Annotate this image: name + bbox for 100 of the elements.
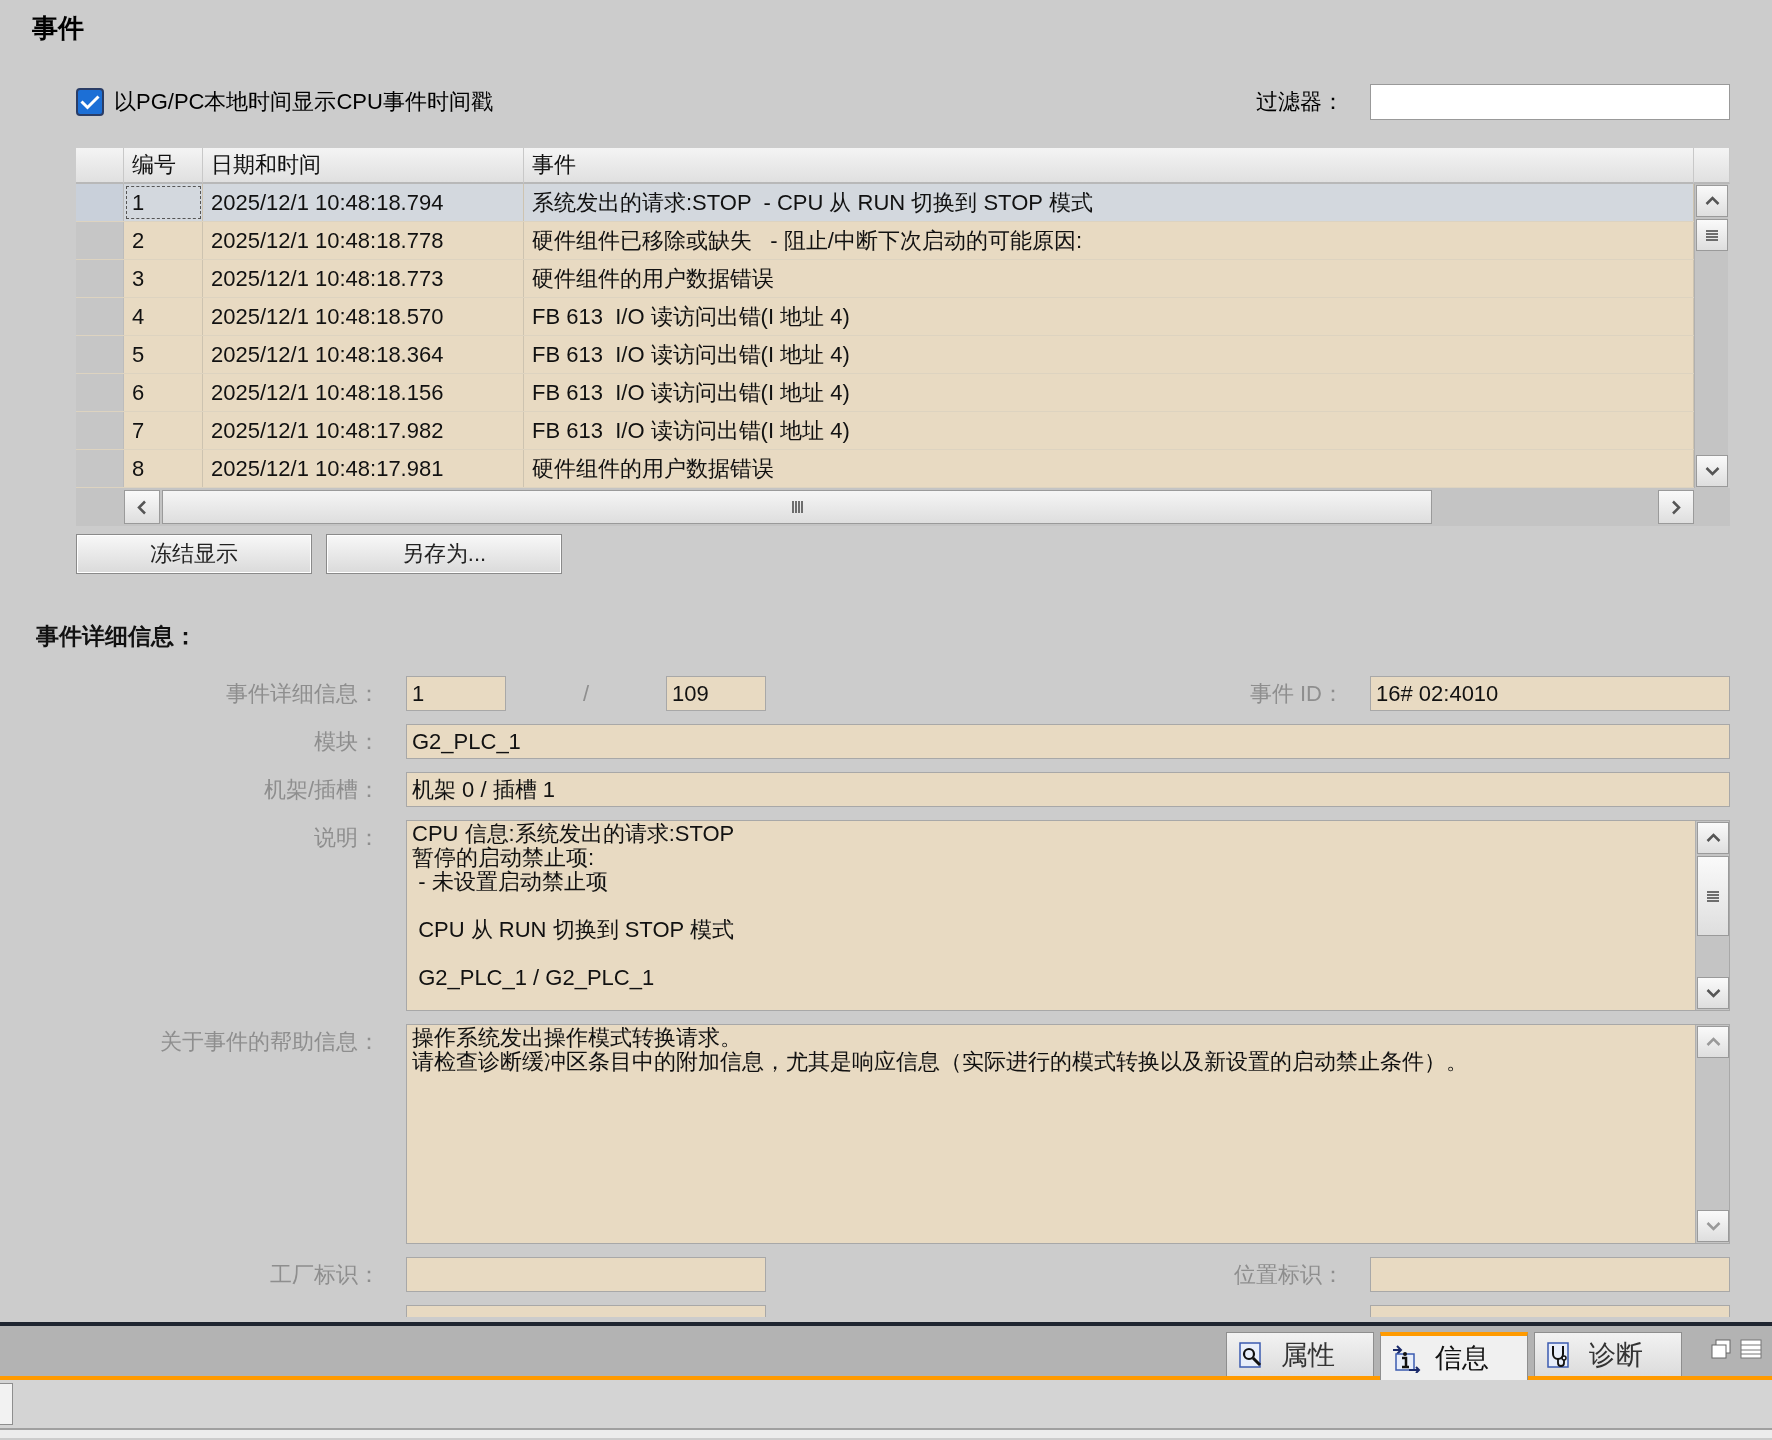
- field-label: 位置标识：: [1233, 1261, 1344, 1289]
- table-cell: 2025/12/1 10:48:18.778: [203, 222, 524, 259]
- table-cell: 7: [124, 412, 203, 449]
- scroll-thumb[interactable]: [162, 490, 1432, 524]
- input-field[interactable]: [406, 1257, 766, 1292]
- checkbox-label: 以PG/PC本地时间显示CPU事件时间戳: [114, 88, 493, 116]
- action-button[interactable]: 冻结显示: [76, 534, 312, 574]
- table-row[interactable]: 5 2025/12/1 10:48:18.364 FB 613 I/O 读访问出错(I 地址 4): [76, 336, 1694, 374]
- row-header: [76, 260, 124, 297]
- panel-tab[interactable]: 诊断: [1534, 1332, 1682, 1376]
- table-row[interactable]: 2 2025/12/1 10:48:18.778 硬件组件已移除或缺失 - 阻止/中断下次启动的可能原因:: [76, 222, 1694, 260]
- vertical-scrollbar[interactable]: [1694, 184, 1728, 488]
- description-line: CPU 从 RUN 切换到 STOP 模式: [417, 918, 735, 942]
- list-icon[interactable]: [1740, 1338, 1762, 1360]
- chevron-right-icon: [1671, 499, 1681, 515]
- table-cell: 2025/12/1 10:48:18.570: [203, 298, 524, 335]
- scroll-up-button[interactable]: [1696, 185, 1728, 217]
- description-line: - 未设置启动禁止项: [417, 870, 609, 894]
- field-label: 关于事件的帮助信息：: [159, 1028, 380, 1056]
- table-cell: 2025/12/1 10:48:18.794: [203, 184, 524, 221]
- table-cell: 2: [124, 222, 203, 259]
- action-button[interactable]: 另存为...: [326, 534, 562, 574]
- description-line: CPU 信息:系统发出的请求:STOP: [412, 822, 736, 846]
- text-area[interactable]: CPU 信息:系统发出的请求:STOP 暂停的启动禁止项: - 未设置启动禁止项 CPU 从 RUN 切换到 STOP 模式 G2_PLC_1 / G2_PLC_1: [406, 820, 1730, 1011]
- checkbox[interactable]: [76, 88, 104, 116]
- column-header[interactable]: 日期和时间: [203, 148, 524, 184]
- chevron-down-icon: [1705, 988, 1721, 998]
- scroll-down-button[interactable]: [1696, 455, 1728, 487]
- table-row[interactable]: 6 2025/12/1 10:48:18.156 FB 613 I/O 读访问出错(I 地址 4): [76, 374, 1694, 412]
- field-label: 说明：: [313, 824, 380, 852]
- scroll-thumb[interactable]: [1697, 856, 1729, 936]
- restore-window-icon[interactable]: [1710, 1338, 1732, 1360]
- scroll-left-button[interactable]: [124, 490, 160, 524]
- text-area[interactable]: 操作系统发出操作模式转换请求。 请检查诊断缓冲区条目中的附加信息，尤其是响应信息（实际进行的模式转换以及新设置的启动禁止条件）。: [406, 1024, 1730, 1244]
- input-field[interactable]: [1370, 1305, 1730, 1317]
- field-label: 模块：: [313, 728, 380, 756]
- help-line: 请检查诊断缓冲区条目中的附加信息，尤其是响应信息（实际进行的模式转换以及新设置的启动禁止条件）。: [412, 1050, 1469, 1074]
- table-row[interactable]: 7 2025/12/1 10:48:17.982 FB 613 I/O 读访问出错(I 地址 4): [76, 412, 1694, 450]
- chevron-up-icon: [1704, 196, 1720, 206]
- table-cell: 2025/12/1 10:48:18.156: [203, 374, 524, 411]
- table-cell: 3: [124, 260, 203, 297]
- table-cell: 6: [124, 374, 203, 411]
- page-title: 事件: [31, 12, 85, 45]
- column-header[interactable]: 编号: [124, 148, 203, 184]
- table-cell: 2025/12/1 10:48:18.364: [203, 336, 524, 373]
- input-field[interactable]: 109: [666, 676, 766, 711]
- input-field[interactable]: 1: [406, 676, 506, 711]
- description-line: 暂停的启动禁止项:: [412, 846, 596, 870]
- help-line: 操作系统发出操作模式转换请求。: [412, 1026, 743, 1050]
- scroll-right-button[interactable]: [1658, 490, 1694, 524]
- field-label: 事件 ID：: [1248, 680, 1344, 708]
- info-document-icon: [1391, 1343, 1421, 1373]
- grip-icon: [1706, 229, 1718, 241]
- table-row[interactable]: 3 2025/12/1 10:48:18.773 硬件组件的用户数据错误: [76, 260, 1694, 298]
- panel-tab[interactable]: 信息: [1380, 1332, 1528, 1380]
- table-cell: 5: [124, 336, 203, 373]
- header-cell: [1694, 148, 1730, 184]
- scroll-down-button[interactable]: [1697, 977, 1729, 1009]
- vertical-scrollbar[interactable]: [1695, 821, 1729, 1010]
- table-cell: 2025/12/1 10:48:17.981: [203, 450, 524, 487]
- row-header: [76, 298, 124, 335]
- row-header: [76, 374, 124, 411]
- table-cell: 2025/12/1 10:48:17.982: [203, 412, 524, 449]
- row-header: [76, 222, 124, 259]
- input-field[interactable]: 16# 02:4010: [1370, 676, 1730, 711]
- header-cell: [76, 148, 124, 184]
- field-label: 工厂标识：: [269, 1261, 380, 1289]
- table-cell: 4: [124, 298, 203, 335]
- table-row[interactable]: 4 2025/12/1 10:48:18.570 FB 613 I/O 读访问出错(I 地址 4): [76, 298, 1694, 336]
- row-header: [76, 336, 124, 373]
- input-field[interactable]: G2_PLC_1: [406, 724, 1730, 759]
- separator-text: /: [581, 680, 591, 707]
- chevron-up-icon: [1705, 1037, 1721, 1047]
- field-label: 机架/插槽：: [262, 776, 380, 804]
- description-line: G2_PLC_1 / G2_PLC_1: [417, 966, 656, 990]
- scroll-thumb[interactable]: [1696, 219, 1728, 251]
- field-label: 事件详细信息：: [225, 680, 380, 708]
- chevron-down-icon: [1704, 466, 1720, 476]
- grip-icon: [791, 501, 803, 513]
- panel-tab[interactable]: 属性: [1226, 1332, 1374, 1376]
- input-field[interactable]: 机架 0 / 插槽 1: [406, 772, 1730, 807]
- scroll-up-button[interactable]: [1697, 822, 1729, 854]
- checkmark-icon: [80, 94, 100, 110]
- table-cell: 8: [124, 450, 203, 487]
- filter-field[interactable]: [1370, 84, 1730, 120]
- chevron-down-icon: [1705, 1221, 1721, 1231]
- filter-label: 过滤器：: [1256, 88, 1344, 116]
- input-field[interactable]: [1370, 1257, 1730, 1292]
- row-header: [76, 412, 124, 449]
- table-cell: 2025/12/1 10:48:18.773: [203, 260, 524, 297]
- table-row[interactable]: 1 2025/12/1 10:48:18.794 系统发出的请求:STOP - CPU 从 RUN 切换到 STOP 模式: [76, 184, 1694, 222]
- column-header[interactable]: 事件: [524, 148, 1694, 184]
- input-field[interactable]: [406, 1305, 766, 1317]
- collapse-handle[interactable]: [0, 1383, 13, 1425]
- table-row[interactable]: 8 2025/12/1 10:48:17.981 硬件组件的用户数据错误: [76, 450, 1694, 488]
- grip-icon: [1707, 890, 1719, 902]
- table-cell: 1: [124, 184, 203, 221]
- section-heading: 事件详细信息：: [35, 621, 198, 651]
- row-header: [76, 184, 124, 221]
- horizontal-scrollbar[interactable]: [124, 488, 1694, 526]
